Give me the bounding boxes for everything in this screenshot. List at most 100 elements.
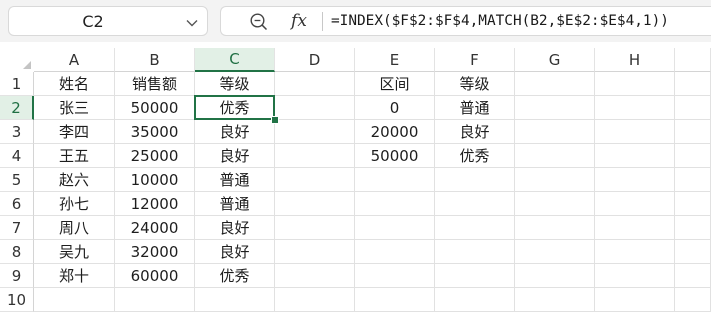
cell-h4[interactable] [595,144,675,168]
cell-c4[interactable]: 良好 [195,144,275,168]
cell-h9[interactable] [595,264,675,288]
cell-d8[interactable] [275,240,355,264]
cell-b10[interactable] [115,288,195,312]
row-header-1[interactable]: 1 [0,72,34,96]
cell-e3[interactable]: 20000 [355,120,435,144]
row-header-7[interactable]: 7 [0,216,34,240]
cell-g10[interactable] [515,288,595,312]
cell-a6[interactable]: 孙七 [34,192,115,216]
column-header-e[interactable]: E [355,48,435,72]
cell-d7[interactable] [275,216,355,240]
cell-b9[interactable]: 60000 [115,264,195,288]
cell-g3[interactable] [515,120,595,144]
cell-c3[interactable]: 良好 [195,120,275,144]
row-header-2[interactable]: 2 [0,96,34,120]
cell-h7[interactable] [595,216,675,240]
cell-g8[interactable] [515,240,595,264]
cell-c7[interactable]: 良好 [195,216,275,240]
cell-overflow-2[interactable] [675,96,711,120]
cell-overflow-10[interactable] [675,288,711,312]
cell-g2[interactable] [515,96,595,120]
cell-f7[interactable] [435,216,515,240]
cell-d6[interactable] [275,192,355,216]
cell-h1[interactable] [595,72,675,96]
cell-a5[interactable]: 赵六 [34,168,115,192]
cell-c9[interactable]: 优秀 [195,264,275,288]
column-header-g[interactable]: G [515,48,595,72]
cell-f10[interactable] [435,288,515,312]
cell-b2[interactable]: 50000 [115,96,195,120]
cell-a10[interactable] [34,288,115,312]
cell-d10[interactable] [275,288,355,312]
cell-e1[interactable]: 区间 [355,72,435,96]
column-header-c[interactable]: C [195,48,275,72]
cell-c1[interactable]: 等级 [195,72,275,96]
cell-overflow-8[interactable] [675,240,711,264]
cell-d3[interactable] [275,120,355,144]
cell-b8[interactable]: 32000 [115,240,195,264]
cell-f4[interactable]: 优秀 [435,144,515,168]
cell-c5[interactable]: 普通 [195,168,275,192]
fill-handle[interactable] [271,116,279,124]
cell-f5[interactable] [435,168,515,192]
column-header-overflow[interactable] [675,48,711,72]
cell-d9[interactable] [275,264,355,288]
cell-overflow-7[interactable] [675,216,711,240]
cell-d4[interactable] [275,144,355,168]
cell-g6[interactable] [515,192,595,216]
cell-e4[interactable]: 50000 [355,144,435,168]
cell-overflow-1[interactable] [675,72,711,96]
cell-c2[interactable]: 优秀 [195,96,275,120]
cell-e9[interactable] [355,264,435,288]
cell-f2[interactable]: 普通 [435,96,515,120]
cell-b5[interactable]: 10000 [115,168,195,192]
cell-b7[interactable]: 24000 [115,216,195,240]
row-header-10[interactable]: 10 [0,288,34,312]
cell-a8[interactable]: 吴九 [34,240,115,264]
cell-overflow-5[interactable] [675,168,711,192]
cell-h5[interactable] [595,168,675,192]
cell-c8[interactable]: 良好 [195,240,275,264]
cell-a7[interactable]: 周八 [34,216,115,240]
cell-h3[interactable] [595,120,675,144]
column-header-b[interactable]: B [115,48,195,72]
row-header-3[interactable]: 3 [0,120,34,144]
cell-b6[interactable]: 12000 [115,192,195,216]
name-box-value[interactable]: C2 [9,7,177,35]
cell-d2[interactable] [275,96,355,120]
cell-overflow-6[interactable] [675,192,711,216]
cell-overflow-3[interactable] [675,120,711,144]
cell-b1[interactable]: 销售额 [115,72,195,96]
cell-a9[interactable]: 郑十 [34,264,115,288]
cell-f9[interactable] [435,264,515,288]
cell-overflow-9[interactable] [675,264,711,288]
row-header-6[interactable]: 6 [0,192,34,216]
cell-a3[interactable]: 李四 [34,120,115,144]
cell-h2[interactable] [595,96,675,120]
cell-c10[interactable] [195,288,275,312]
cell-f6[interactable] [435,192,515,216]
insert-function-icon[interactable]: fx [287,9,311,33]
cell-d5[interactable] [275,168,355,192]
row-header-8[interactable]: 8 [0,240,34,264]
cell-e2[interactable]: 0 [355,96,435,120]
column-header-h[interactable]: H [595,48,675,72]
cell-e5[interactable] [355,168,435,192]
cell-h8[interactable] [595,240,675,264]
cell-b3[interactable]: 35000 [115,120,195,144]
cell-overflow-4[interactable] [675,144,711,168]
cell-h6[interactable] [595,192,675,216]
column-header-d[interactable]: D [275,48,355,72]
cell-e6[interactable] [355,192,435,216]
cell-a1[interactable]: 姓名 [34,72,115,96]
cell-c6[interactable]: 普通 [195,192,275,216]
column-header-a[interactable]: A [34,48,115,72]
cell-f8[interactable] [435,240,515,264]
cell-f1[interactable]: 等级 [435,72,515,96]
name-box[interactable]: C2 [8,6,208,36]
cell-b4[interactable]: 25000 [115,144,195,168]
cell-a4[interactable]: 王五 [34,144,115,168]
formula-input[interactable]: =INDEX($F$2:$F$4,MATCH(B2,$E$2:$E$4,1)) [331,7,669,35]
cell-a2[interactable]: 张三 [34,96,115,120]
cell-e7[interactable] [355,216,435,240]
